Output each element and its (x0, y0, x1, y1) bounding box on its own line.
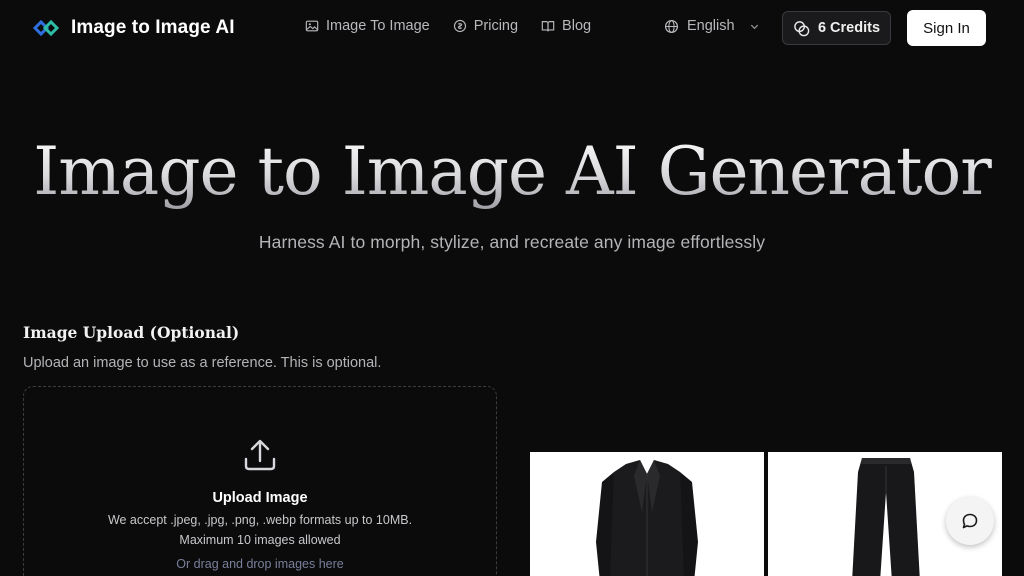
book-icon (541, 21, 555, 32)
nav-item-label: Blog (562, 18, 592, 34)
upload-section-description: Upload an image to use as a reference. T… (23, 355, 382, 371)
logo-icon (33, 19, 60, 37)
sign-in-button[interactable]: Sign In (907, 10, 986, 46)
language-label: English (687, 18, 735, 34)
coin-icon (453, 19, 466, 33)
top-navigation-bar: Image to Image AI Image To Image Pricing… (0, 0, 1024, 56)
chevron-down-icon (750, 24, 758, 29)
globe-icon (664, 19, 679, 33)
page-title: Image to Image AI Generator (0, 132, 1024, 212)
image-icon (305, 20, 319, 32)
nav-item-image-to-image[interactable]: Image To Image (305, 18, 430, 34)
image-upload-dropzone[interactable]: Upload Image We accept .jpeg, .jpg, .png… (23, 386, 497, 576)
blazer-illustration (596, 460, 698, 576)
chat-bubble-icon (962, 513, 978, 529)
example-image-blazer (530, 452, 764, 576)
nav-item-pricing[interactable]: Pricing (453, 18, 518, 34)
nav-item-label: Image To Image (326, 18, 430, 34)
upload-icon (244, 439, 276, 471)
logo[interactable]: Image to Image AI (33, 16, 235, 40)
upload-drag-hint: Or drag and drop images here (176, 557, 344, 571)
upload-max-text: Maximum 10 images allowed (179, 533, 341, 547)
nav-item-label: Pricing (473, 18, 519, 34)
coins-icon (794, 20, 810, 36)
main-nav: Image To Image Pricing Blog (305, 18, 591, 34)
nav-item-blog[interactable]: Blog (541, 18, 591, 34)
credits-button[interactable]: 6 Credits (782, 11, 891, 45)
credits-label: 6 Credits (817, 20, 881, 36)
chat-widget-button[interactable] (946, 497, 994, 545)
logo-text: Image to Image AI (71, 17, 235, 38)
upload-title: Upload Image (212, 490, 308, 506)
upload-section-heading: Image Upload (Optional) (23, 323, 240, 342)
language-selector[interactable]: English (664, 18, 760, 34)
upload-formats-text: We accept .jpeg, .jpg, .png, .webp forma… (107, 513, 413, 527)
page-subtitle: Harness AI to morph, stylize, and recrea… (258, 232, 766, 252)
